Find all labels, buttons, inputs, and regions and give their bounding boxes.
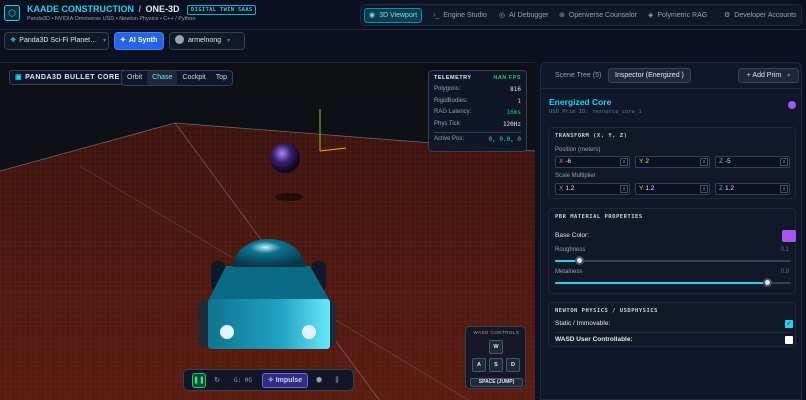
cube-icon[interactable]: ⬡ (4, 5, 20, 21)
nav-polymetric-rag[interactable]: ◈ Polymetric RAG (644, 8, 711, 23)
static-label: Static / Immovable: (555, 320, 611, 327)
prim-color-indicator (788, 101, 796, 109)
scale-x-input[interactable]: X 1.2 ⇕ (555, 183, 630, 195)
nav-ai-debugger[interactable]: ◎ AI Debugger (495, 8, 552, 23)
position-label: Position (meters) (555, 147, 601, 153)
user-menu[interactable]: armelnong ▾ (169, 32, 245, 50)
key-a[interactable]: A (472, 358, 486, 372)
metalness-thumb[interactable] (763, 278, 773, 287)
brand-name: KAADE CONSTRUCTION (27, 4, 134, 14)
scale-label: Scale Multiplier (555, 173, 596, 179)
scale-z-input[interactable]: Z 1.2 ⇕ (715, 183, 790, 195)
telemetry-phys-tick: Phys Tick: 120Hz (434, 120, 521, 128)
viewport-icon: ◉ (369, 12, 376, 19)
pause-icon[interactable]: ❚❚ (192, 373, 206, 388)
nav-developer-accounts[interactable]: ⚙ Developer Accounts (720, 8, 801, 23)
orb-shadow (275, 193, 303, 201)
camera-chase[interactable]: Chase (147, 71, 178, 85)
layers-icon: ❖ (10, 37, 17, 44)
ai-synth-button[interactable]: ✦ AI Synth (114, 32, 164, 50)
3d-viewport[interactable]: ▣ PANDA3D BULLET CORE Orbit Chase Cockpit To… (0, 62, 535, 400)
position-y-input[interactable]: Y 2 ⇕ (635, 156, 710, 168)
base-color-label: Base Color: (555, 232, 589, 239)
telemetry-rag-latency: RAG Latency: 16ms (434, 109, 521, 116)
gear-icon: ⚙ (724, 12, 731, 19)
telemetry-header: TELEMETRY NAN FPS (434, 75, 521, 81)
roughness-slider[interactable] (555, 256, 791, 265)
saas-badge: DIGITAL TWIN SAAS (187, 5, 257, 15)
position-x-input[interactable]: X -6 ⇕ (555, 156, 630, 168)
wasd-title: WASD CONTROLS (473, 330, 520, 335)
wasd-controls: WASD CONTROLS W A S D SPACE (JUMP) (465, 326, 526, 389)
key-space-jump[interactable]: SPACE (JUMP) (470, 378, 523, 387)
chevron-down-icon: ▾ (227, 38, 231, 44)
app-header: ⬡ KAADE CONSTRUCTION / ONE-3D DIGITAL TW… (0, 0, 806, 30)
physics-section: NEWTON PHYSICS / USDPHYSICS Static / Imm… (548, 302, 796, 347)
position-z-input[interactable]: Z -5 ⇕ (715, 156, 790, 168)
key-s[interactable]: S (489, 358, 503, 372)
nav-3d-viewport[interactable]: ◉ 3D Viewport (364, 8, 423, 23)
material-title: PBR MATERIAL PROPERTIES (555, 214, 643, 220)
roughness-thumb[interactable] (574, 256, 584, 265)
simulation-toolbar: ❚❚ ↻ G: 0G ✧ Impulse ⬢ ⫼ (183, 369, 354, 391)
telemetry-panel: TELEMETRY NAN FPS Polygons: 816 RigidBodie… (428, 70, 527, 152)
chip-icon: ▣ (15, 74, 23, 81)
energized-core-orb[interactable] (270, 143, 300, 173)
physics-title: NEWTON PHYSICS / USDPHYSICS (555, 308, 658, 314)
key-d[interactable]: D (506, 358, 520, 372)
nav-openverse-counselor[interactable]: ⊛ Openverse Counselor (555, 8, 641, 23)
scale-y-input[interactable]: Y 1.2 ⇕ (635, 183, 710, 195)
tab-inspector[interactable]: Inspector (Energized ) (608, 68, 691, 83)
sparkle-icon: ✦ (120, 37, 126, 44)
telemetry-rigidbodies: RigidBodies: 1 (434, 97, 521, 105)
telemetry-active-pos: Active Pos: 0, 0.0, 0 (434, 136, 521, 143)
wasd-controllable-label: WASD User Controllable: (555, 336, 633, 343)
roughness-value: 0.1 (780, 247, 789, 253)
prim-id: USD Prim ID: resource_core_1 (549, 109, 642, 115)
camera-orbit[interactable]: Orbit (122, 71, 147, 85)
tech-subtitle: Panda3D • NVIDIA Omniverse USD • Newton … (27, 16, 196, 22)
rag-icon: ◈ (648, 12, 654, 19)
prim-title: Energized Core (549, 97, 612, 107)
brand-title: KAADE CONSTRUCTION / ONE-3D DIGITAL TWIN… (27, 4, 257, 15)
scene-select[interactable]: ❖ Panda3D Sci-Fi Planet… ▾ (4, 32, 109, 50)
material-section: PBR MATERIAL PROPERTIES Base Color: Roug… (548, 208, 796, 294)
bolt-icon: ✧ (267, 377, 274, 384)
product-name: ONE-3D (145, 4, 180, 14)
engine-core-label: ▣ PANDA3D BULLET CORE (9, 70, 126, 85)
camera-top[interactable]: Top (211, 71, 232, 85)
camera-cockpit[interactable]: Cockpit (177, 71, 210, 85)
metalness-slider[interactable] (555, 278, 791, 287)
tab-scene-tree[interactable]: Scene Tree (5) (549, 68, 607, 83)
camera-mode-group: Orbit Chase Cockpit Top (121, 70, 234, 86)
inspector-panel: Scene Tree (5) Inspector (Energized ) + … (540, 62, 802, 400)
avatar (175, 35, 184, 44)
transform-title: TRANSFORM (X, Y, Z) (555, 133, 628, 139)
impulse-button[interactable]: ✧ Impulse (262, 373, 308, 388)
telemetry-polygons: Polygons: 816 (434, 86, 521, 93)
terminal-icon: ›_ (433, 12, 440, 19)
static-checkbox[interactable]: ✓ (785, 320, 793, 328)
main-nav: ◉ 3D Viewport ›_ Engine Studio ◎ AI Debugge… (360, 4, 802, 26)
reset-icon[interactable]: ↻ (211, 373, 223, 388)
transform-section: TRANSFORM (X, Y, Z) Position (meters) X-… (548, 127, 796, 199)
debug-icon: ◎ (499, 12, 506, 19)
chevron-down-icon: ▾ (103, 38, 107, 44)
metalness-label: Metalness (555, 269, 583, 275)
nav-engine-studio[interactable]: ›_ Engine Studio (429, 8, 491, 23)
roughness-label: Roughness (555, 247, 586, 253)
key-w[interactable]: W (489, 340, 503, 354)
chevron-down-icon: ▾ (787, 73, 791, 79)
wasd-controllable-checkbox[interactable] (785, 336, 793, 344)
metalness-value: 0.9 (780, 269, 789, 275)
sliders-icon[interactable]: ⫼ (331, 373, 343, 388)
add-prim-button[interactable]: + Add Prim ▾ (738, 68, 799, 83)
shape-icon[interactable]: ⬢ (313, 373, 325, 388)
gravity-readout: G: 0G (233, 377, 253, 384)
fps-readout: NAN FPS (493, 75, 521, 81)
base-color-swatch[interactable] (782, 230, 796, 242)
compass-icon: ⊛ (559, 12, 565, 19)
